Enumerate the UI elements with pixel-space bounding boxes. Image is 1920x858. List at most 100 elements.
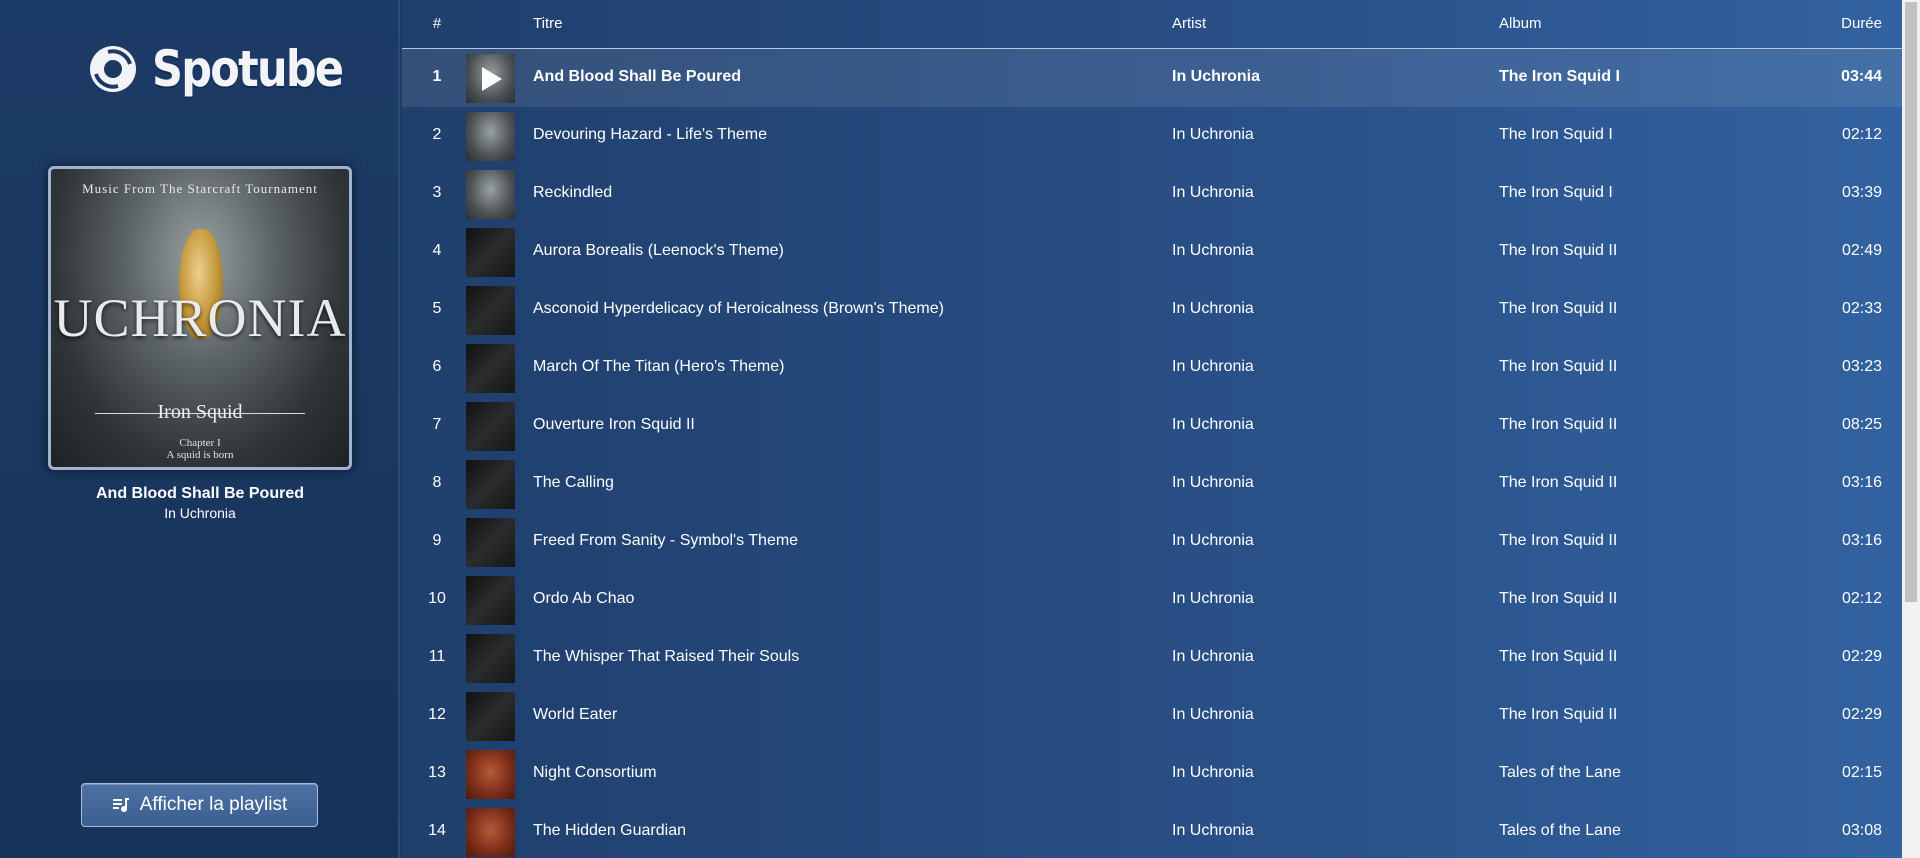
track-album: The Iron Squid II: [1499, 416, 1618, 433]
spotube-logo-icon: [90, 46, 136, 92]
track-title: The Whisper That Raised Their Souls: [533, 648, 800, 665]
track-title: Reckindled: [533, 184, 613, 201]
track-duration: 03:16: [1841, 532, 1882, 549]
track-artist: In Uchronia: [1172, 126, 1254, 143]
track-title: World Eater: [533, 706, 618, 723]
now-playing-artist: In Uchronia: [164, 505, 236, 521]
track-number: 13: [428, 764, 446, 781]
track-title: And Blood Shall Be Poured: [533, 68, 742, 85]
track-title: Ordo Ab Chao: [533, 590, 635, 607]
track-title: The Hidden Guardian: [533, 822, 686, 839]
track-artist: In Uchronia: [1172, 300, 1254, 317]
track-artist: In Uchronia: [1172, 590, 1254, 607]
track-number: 5: [432, 300, 442, 317]
track-number: 9: [432, 532, 442, 549]
track-duration: 03:08: [1841, 822, 1882, 839]
track-thumbnail: [466, 692, 515, 741]
track-number: 4: [432, 242, 442, 259]
table-row[interactable]: 14 The Hidden Guardian In Uchronia Tales…: [402, 803, 1902, 858]
table-row[interactable]: 12 World Eater In Uchronia The Iron Squi…: [402, 687, 1902, 745]
track-duration: 03:23: [1841, 358, 1882, 375]
track-title: Devouring Hazard - Life's Theme: [533, 126, 767, 143]
sidebar: Spotube Music From The Starcraft Tournam…: [0, 0, 400, 858]
table-row[interactable]: 2 Devouring Hazard - Life's Theme In Uch…: [402, 107, 1902, 165]
track-number: 3: [432, 184, 442, 201]
track-list: # Titre Artist Album Durée 1 And Blood S…: [402, 0, 1902, 858]
table-row[interactable]: 6 March Of The Titan (Hero's Theme) In U…: [402, 339, 1902, 397]
track-thumbnail: [466, 170, 515, 219]
track-duration: 02:12: [1841, 126, 1882, 143]
track-artist: In Uchronia: [1172, 68, 1261, 85]
track-thumbnail: [466, 344, 515, 393]
table-row[interactable]: 8 The Calling In Uchronia The Iron Squid…: [402, 455, 1902, 513]
table-row[interactable]: 5 Asconoid Hyperdelicacy of Heroicalness…: [402, 281, 1902, 339]
track-thumbnail[interactable]: [466, 54, 515, 103]
track-artist: In Uchronia: [1172, 706, 1254, 723]
track-album: The Iron Squid I: [1499, 68, 1620, 85]
table-row[interactable]: 10 Ordo Ab Chao In Uchronia The Iron Squ…: [402, 571, 1902, 629]
track-title: Aurora Borealis (Leenock's Theme): [533, 242, 784, 259]
track-number: 12: [428, 706, 446, 723]
track-duration: 02:33: [1841, 300, 1882, 317]
show-playlist-label: Afficher la playlist: [139, 794, 288, 815]
table-row[interactable]: 7 Ouverture Iron Squid II In Uchronia Th…: [402, 397, 1902, 455]
track-number: 8: [432, 474, 442, 491]
track-number: 6: [432, 358, 442, 375]
track-thumbnail: [466, 576, 515, 625]
table-row[interactable]: 9 Freed From Sanity - Symbol's Theme In …: [402, 513, 1902, 571]
album-cover: Music From The Starcraft Tournament UCHR…: [48, 166, 352, 470]
track-artist: In Uchronia: [1172, 764, 1254, 781]
track-artist: In Uchronia: [1172, 822, 1254, 839]
track-title: Freed From Sanity - Symbol's Theme: [533, 532, 799, 549]
track-duration: 08:25: [1841, 416, 1882, 433]
track-number: 2: [432, 126, 442, 143]
cover-tagline: A squid is born: [166, 449, 234, 461]
track-album: The Iron Squid II: [1499, 300, 1618, 317]
track-artist: In Uchronia: [1172, 184, 1254, 201]
track-album: The Iron Squid II: [1499, 590, 1618, 607]
track-number: 11: [428, 648, 446, 665]
app-name: Spotube: [152, 40, 344, 98]
track-album: The Iron Squid II: [1499, 706, 1618, 723]
track-title: March Of The Titan (Hero's Theme): [533, 358, 785, 375]
play-icon: [482, 67, 502, 91]
table-row[interactable]: 13 Night Consortium In Uchronia Tales of…: [402, 745, 1902, 803]
scrollbar-thumb[interactable]: [1905, 2, 1917, 602]
track-number: 1: [432, 68, 442, 85]
track-number: 14: [428, 822, 446, 839]
track-thumbnail: [466, 808, 515, 857]
now-playing-title: And Blood Shall Be Poured: [95, 485, 304, 502]
app-logo: Spotube: [88, 40, 373, 98]
track-album: The Iron Squid I: [1499, 126, 1613, 143]
cover-top-text: Music From The Starcraft Tournament: [82, 181, 318, 196]
track-duration: 03:16: [1841, 474, 1882, 491]
table-row[interactable]: 3 Reckindled In Uchronia The Iron Squid …: [402, 165, 1902, 223]
track-number: 10: [428, 590, 446, 607]
track-album: The Iron Squid II: [1499, 358, 1618, 375]
track-title: Night Consortium: [533, 764, 657, 781]
table-header: # Titre Artist Album Durée: [402, 0, 1902, 49]
track-artist: In Uchronia: [1172, 242, 1254, 259]
header-album: Album: [1499, 15, 1542, 32]
table-row[interactable]: 4 Aurora Borealis (Leenock's Theme) In U…: [402, 223, 1902, 281]
track-thumbnail: [466, 402, 515, 451]
cover-chapter-label: Chapter I: [179, 437, 221, 449]
header-artist: Artist: [1172, 15, 1207, 32]
cover-subtitle: Iron Squid: [157, 401, 243, 423]
track-artist: In Uchronia: [1172, 648, 1254, 665]
header-duration: Durée: [1841, 15, 1882, 32]
track-thumbnail: [466, 112, 515, 161]
table-row[interactable]: 1 And Blood Shall Be Poured In Uchronia …: [402, 49, 1902, 107]
track-artist: In Uchronia: [1172, 474, 1254, 491]
header-number: #: [432, 15, 442, 32]
track-thumbnail: [466, 750, 515, 799]
track-duration: 02:15: [1841, 764, 1882, 781]
track-album: The Iron Squid II: [1499, 242, 1618, 259]
track-album: Tales of the Lane: [1499, 822, 1621, 839]
show-playlist-button[interactable]: Afficher la playlist: [81, 783, 318, 827]
vertical-scrollbar[interactable]: [1902, 0, 1920, 858]
playlist-icon: [112, 798, 129, 812]
track-thumbnail: [466, 634, 515, 683]
table-row[interactable]: 11 The Whisper That Raised Their Souls I…: [402, 629, 1902, 687]
track-duration: 03:39: [1841, 184, 1882, 201]
